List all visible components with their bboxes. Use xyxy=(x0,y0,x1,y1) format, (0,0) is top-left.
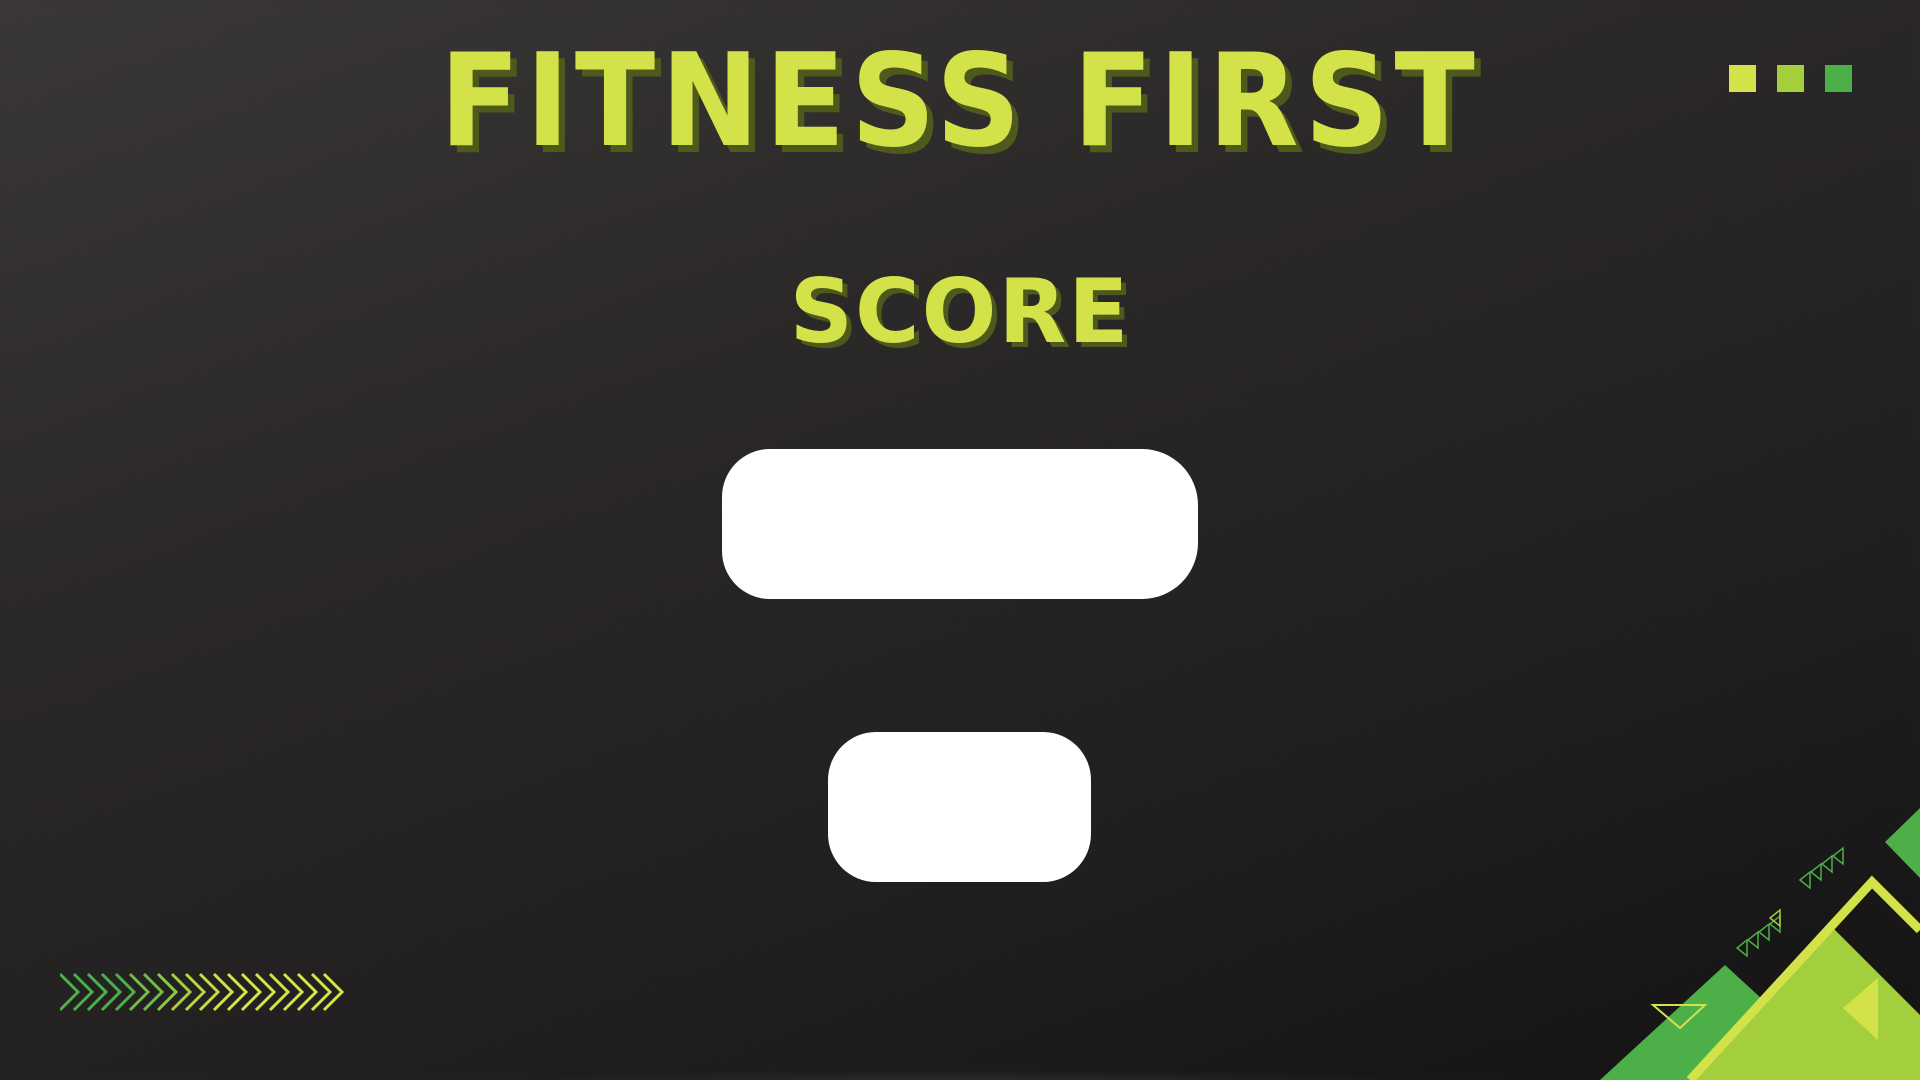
action-button[interactable] xyxy=(828,732,1091,882)
score-display-box xyxy=(722,449,1198,599)
triangle-corner-decoration-icon xyxy=(1600,808,1920,1080)
dot-yellow-icon xyxy=(1729,65,1756,92)
game-title: FITNESS FIRST xyxy=(439,27,1481,176)
dot-lime-icon xyxy=(1777,65,1804,92)
dot-green-icon xyxy=(1825,65,1852,92)
chevron-decoration-icon xyxy=(60,972,344,1012)
bottom-glow xyxy=(520,1070,1420,1080)
score-label: SCORE xyxy=(789,260,1131,363)
window-dots xyxy=(1729,65,1852,92)
